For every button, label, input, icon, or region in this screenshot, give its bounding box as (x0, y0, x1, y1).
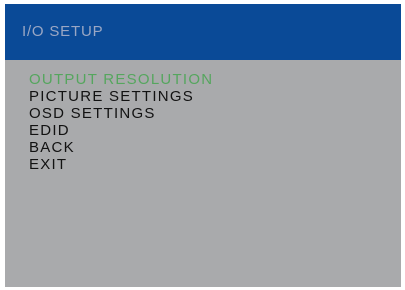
osd-header: I/O SETUP (5, 4, 401, 60)
menu-item-output-resolution[interactable]: OUTPUT RESOLUTION (29, 71, 213, 88)
menu-item-picture-settings[interactable]: PICTURE SETTINGS (29, 88, 213, 105)
menu-item-exit[interactable]: EXIT (29, 156, 213, 173)
menu-item-edid[interactable]: EDID (29, 122, 213, 139)
menu-list: OUTPUT RESOLUTION PICTURE SETTINGS OSD S… (29, 71, 213, 173)
menu-title: I/O SETUP (22, 23, 104, 40)
menu-item-back[interactable]: BACK (29, 139, 213, 156)
osd-window: I/O SETUP OUTPUT RESOLUTION PICTURE SETT… (5, 4, 401, 287)
menu-item-osd-settings[interactable]: OSD SETTINGS (29, 105, 213, 122)
